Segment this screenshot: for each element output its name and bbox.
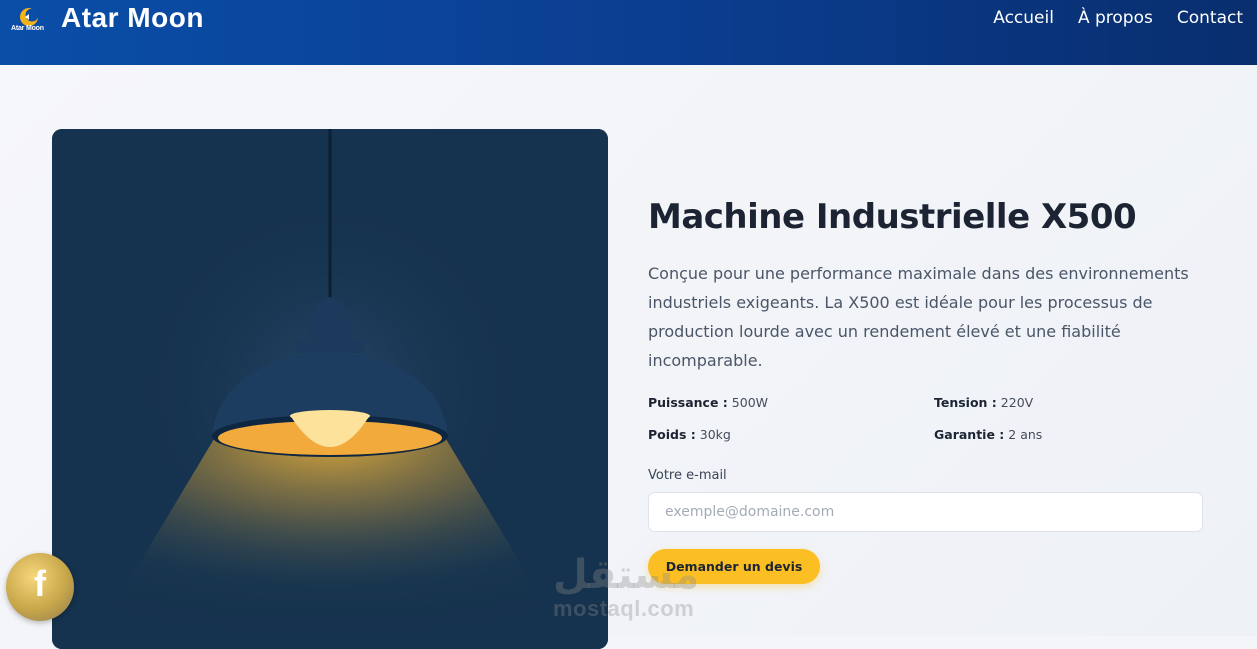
spec-voltage-value: 220V [1000, 395, 1034, 410]
spec-power-value: 500W [731, 395, 769, 410]
nav-link-home[interactable]: Accueil [993, 8, 1054, 28]
watermark-latin: mostaql.com [553, 596, 695, 621]
logo-caption: Atar Moon [11, 25, 44, 32]
spec-power-label: Puissance : [648, 395, 728, 410]
spec-power: Puissance : 500W [648, 395, 934, 410]
nav-link-about[interactable]: À propos [1078, 8, 1153, 28]
product-image [52, 129, 608, 649]
product-title: Machine Industrielle X500 [648, 197, 1137, 237]
spec-weight-value: 30kg [699, 427, 731, 442]
spec-list: Puissance : 500W Tension : 220V Poids : … [648, 395, 1208, 442]
spec-warranty-value: 2 ans [1008, 427, 1043, 442]
facebook-button[interactable]: f [6, 553, 74, 621]
spec-weight: Poids : 30kg [648, 427, 934, 442]
facebook-icon: f [34, 563, 46, 604]
spec-voltage-label: Tension : [934, 395, 997, 410]
nav-link-contact[interactable]: Contact [1177, 8, 1243, 28]
email-input[interactable] [648, 492, 1203, 532]
main-nav: Accueil À propos Contact [993, 8, 1243, 28]
product-details: Machine Industrielle X500 Conçue pour un… [648, 197, 1208, 584]
spec-warranty: Garantie : 2 ans [934, 427, 1204, 442]
request-quote-button[interactable]: Demander un devis [648, 549, 820, 584]
spec-weight-label: Poids : [648, 427, 696, 442]
site-header: Atar Moon Atar Moon Accueil À propos Con… [0, 0, 1257, 65]
spec-warranty-label: Garantie : [934, 427, 1005, 442]
email-label: Votre e-mail [648, 468, 727, 483]
brand-name[interactable]: Atar Moon [61, 2, 204, 34]
pendant-lamp-illustration [52, 129, 608, 649]
spec-voltage: Tension : 220V [934, 395, 1204, 410]
product-description: Conçue pour une performance maximale dan… [648, 264, 1189, 370]
